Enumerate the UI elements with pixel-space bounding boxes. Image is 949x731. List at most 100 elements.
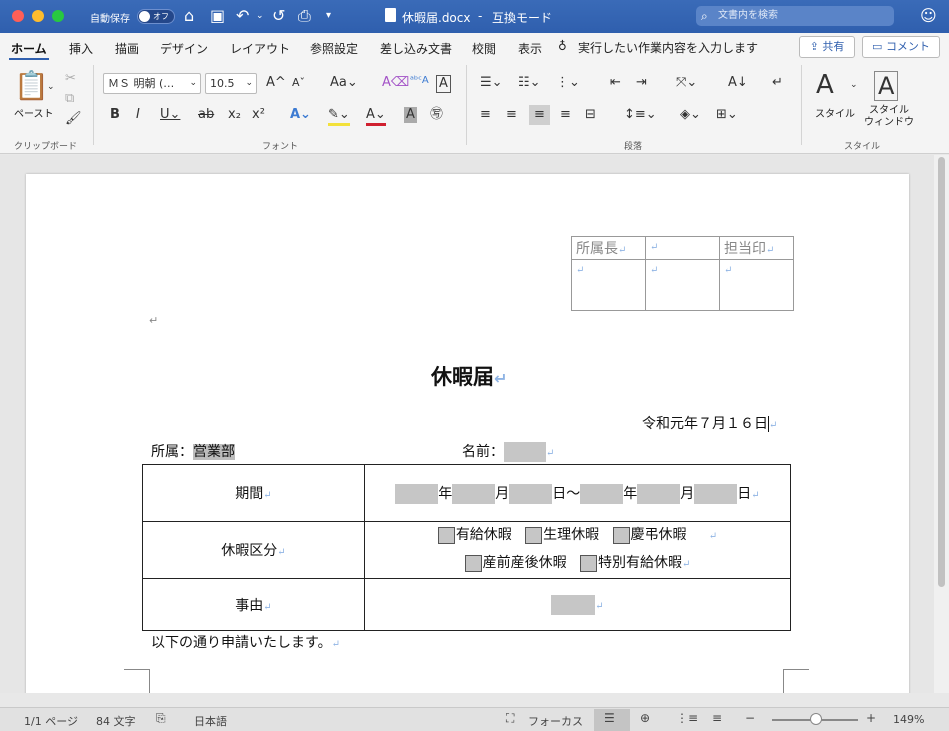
print-icon[interactable]: ⎙ [298, 6, 311, 26]
highlight-icon[interactable]: ✎⌄ [328, 107, 350, 126]
bereavement-leave-checkbox[interactable] [612, 526, 630, 544]
zoom-in-icon[interactable]: + [866, 711, 876, 725]
autosave-toggle[interactable]: オフ [137, 9, 175, 24]
start-month-field[interactable] [452, 483, 496, 504]
language[interactable]: 日本語 [194, 713, 227, 729]
tab-references[interactable]: 参照設定 [310, 40, 358, 57]
request-statement[interactable]: 以下の通り申請いたします。↵ [151, 632, 340, 652]
justify-icon[interactable]: ≡ [560, 107, 571, 123]
decrease-indent-icon[interactable]: ⇤ [610, 75, 621, 91]
close-window-button[interactable] [12, 10, 24, 22]
search-document-input[interactable]: ⌕ 文書内を検索 [696, 6, 894, 26]
styles-gallery-icon[interactable]: A [816, 71, 834, 99]
font-color-icon[interactable]: A⌄ [366, 107, 386, 126]
superscript-icon[interactable]: x² [252, 107, 265, 123]
page-count[interactable]: 1/1 ページ [24, 713, 78, 729]
redo-icon[interactable]: ↺ [272, 6, 285, 26]
style-pane-icon[interactable]: A [874, 71, 899, 101]
focus-icon[interactable]: ⛶ [506, 711, 514, 726]
grow-font-icon[interactable]: A^ [266, 75, 286, 91]
tab-mailings[interactable]: 差し込み文書 [380, 40, 452, 57]
zoom-out-icon[interactable]: − [745, 711, 755, 725]
bullets-icon[interactable]: ☰⌄ [480, 75, 503, 91]
document-title-heading[interactable]: 休暇届↵ [431, 361, 507, 391]
end-month-field[interactable] [637, 483, 681, 504]
customize-toolbar-icon[interactable]: ▾ [326, 6, 331, 26]
period-label-cell[interactable]: 期間↵ [142, 464, 365, 522]
tab-home[interactable]: ホーム [11, 40, 47, 57]
clear-formatting-icon[interactable]: A⌫ [382, 75, 409, 91]
start-day-field[interactable] [509, 483, 553, 504]
styles-button-label[interactable]: スタイル [815, 105, 855, 120]
share-button[interactable]: ⇪ 共有 [799, 36, 855, 58]
strikethrough-icon[interactable]: ab [198, 107, 214, 123]
cut-icon[interactable]: ✂ [65, 71, 76, 87]
italic-icon[interactable]: I [136, 107, 140, 123]
tab-layout[interactable]: レイアウト [230, 40, 290, 57]
date-line[interactable]: 令和元年７月１６日↵ [642, 413, 777, 433]
format-painter-icon[interactable]: 🖌 [65, 111, 82, 127]
affiliation-line[interactable]: 所属：営業部 [151, 441, 235, 461]
special-paid-leave-checkbox[interactable] [579, 554, 597, 572]
bold-icon[interactable]: B [110, 107, 120, 123]
paid-leave-checkbox[interactable] [437, 526, 455, 544]
increase-indent-icon[interactable]: ⇥ [636, 75, 647, 91]
undo-dropdown-icon[interactable]: ⌄ [256, 6, 264, 26]
reason-value-cell[interactable]: ↵ [364, 578, 791, 631]
stamp-header-cell[interactable]: ↵ [645, 236, 720, 260]
word-count[interactable]: 84 文字 [96, 713, 136, 729]
phonetic-guide-icon[interactable]: ᵃᵇᶜA [410, 73, 429, 89]
shrink-font-icon[interactable]: Aˇ [292, 75, 305, 91]
zoom-level[interactable]: 149% [893, 713, 924, 726]
underline-icon[interactable]: U⌄ [160, 107, 180, 123]
borders-icon[interactable]: ⊞⌄ [716, 107, 738, 123]
align-right-icon[interactable]: ≡ [529, 105, 550, 125]
tell-me-input[interactable]: 実行したい作業内容を入力します [578, 39, 758, 56]
maternity-leave-checkbox[interactable] [464, 554, 482, 572]
focus-mode[interactable]: フォーカス [528, 713, 583, 729]
subscript-icon[interactable]: x₂ [228, 107, 241, 123]
end-day-field[interactable] [694, 483, 738, 504]
show-marks-icon[interactable]: ↵ [772, 75, 783, 91]
stamp-cell[interactable]: ↵ [571, 259, 646, 311]
shading-icon[interactable]: ◈⌄ [680, 107, 701, 123]
copy-icon[interactable]: ⧉ [65, 91, 74, 107]
style-window-label[interactable]: スタイル ウィンドウ [864, 105, 914, 129]
align-center-icon[interactable]: ≡ [506, 107, 517, 123]
document-page[interactable]: 所属長↵ ↵ 担当印↵ ↵ ↵ ↵ ↵ 休暇届↵ 令和元年７月１６日↵ 所属：営… [26, 174, 909, 693]
period-value-cell[interactable]: 年月日～年月日↵ [364, 464, 791, 522]
minimize-window-button[interactable] [32, 10, 44, 22]
paste-icon[interactable]: 📋 [14, 71, 49, 101]
zoom-slider-handle[interactable] [810, 713, 822, 725]
change-case-icon[interactable]: Aa⌄ [330, 75, 358, 91]
comment-button[interactable]: ▭ コメント [862, 36, 940, 58]
line-spacing-icon[interactable]: ↕≡⌄ [624, 107, 657, 123]
font-size-combo[interactable]: 10.5 ⌄ [205, 73, 257, 94]
outline-view-icon[interactable]: ⋮≡ [676, 711, 698, 725]
affiliation-value[interactable]: 営業部 [193, 444, 235, 460]
align-left-icon[interactable]: ≡ [480, 107, 491, 123]
start-year-field[interactable] [395, 483, 439, 504]
name-field[interactable] [504, 442, 546, 462]
stamp-header-cell[interactable]: 所属長↵ [571, 236, 646, 260]
leave-type-value-cell[interactable]: 有給休暇 生理休暇 慶弔休暇 ↵ 産前産後休暇 特別有給休暇↵ [364, 521, 791, 579]
text-effects-icon[interactable]: A⌄ [290, 107, 311, 123]
tab-view[interactable]: 表示 [518, 40, 542, 57]
tab-draw[interactable]: 描画 [115, 40, 139, 57]
tab-review[interactable]: 校閲 [472, 40, 496, 57]
reason-field[interactable] [551, 594, 596, 615]
scrollbar-thumb[interactable] [938, 157, 945, 587]
stamp-cell[interactable]: ↵ [719, 259, 794, 311]
undo-icon[interactable]: ↶ [236, 6, 249, 26]
stamp-cell[interactable]: ↵ [645, 259, 720, 311]
enclose-characters-icon[interactable]: ㊢ [430, 107, 443, 123]
zoom-window-button[interactable] [52, 10, 64, 22]
vertical-scrollbar[interactable] [934, 155, 949, 693]
tab-design[interactable]: デザイン [160, 40, 208, 57]
web-layout-icon[interactable]: ⊕ [640, 711, 650, 725]
save-icon[interactable]: ▣ [210, 6, 225, 26]
paste-dropdown-icon[interactable]: ⌄ [47, 79, 55, 95]
asian-layout-icon[interactable]: ⤧⌄ [676, 75, 697, 91]
sort-icon[interactable]: A↓ [728, 75, 748, 91]
feedback-smiley-icon[interactable]: ☺ [920, 6, 937, 25]
